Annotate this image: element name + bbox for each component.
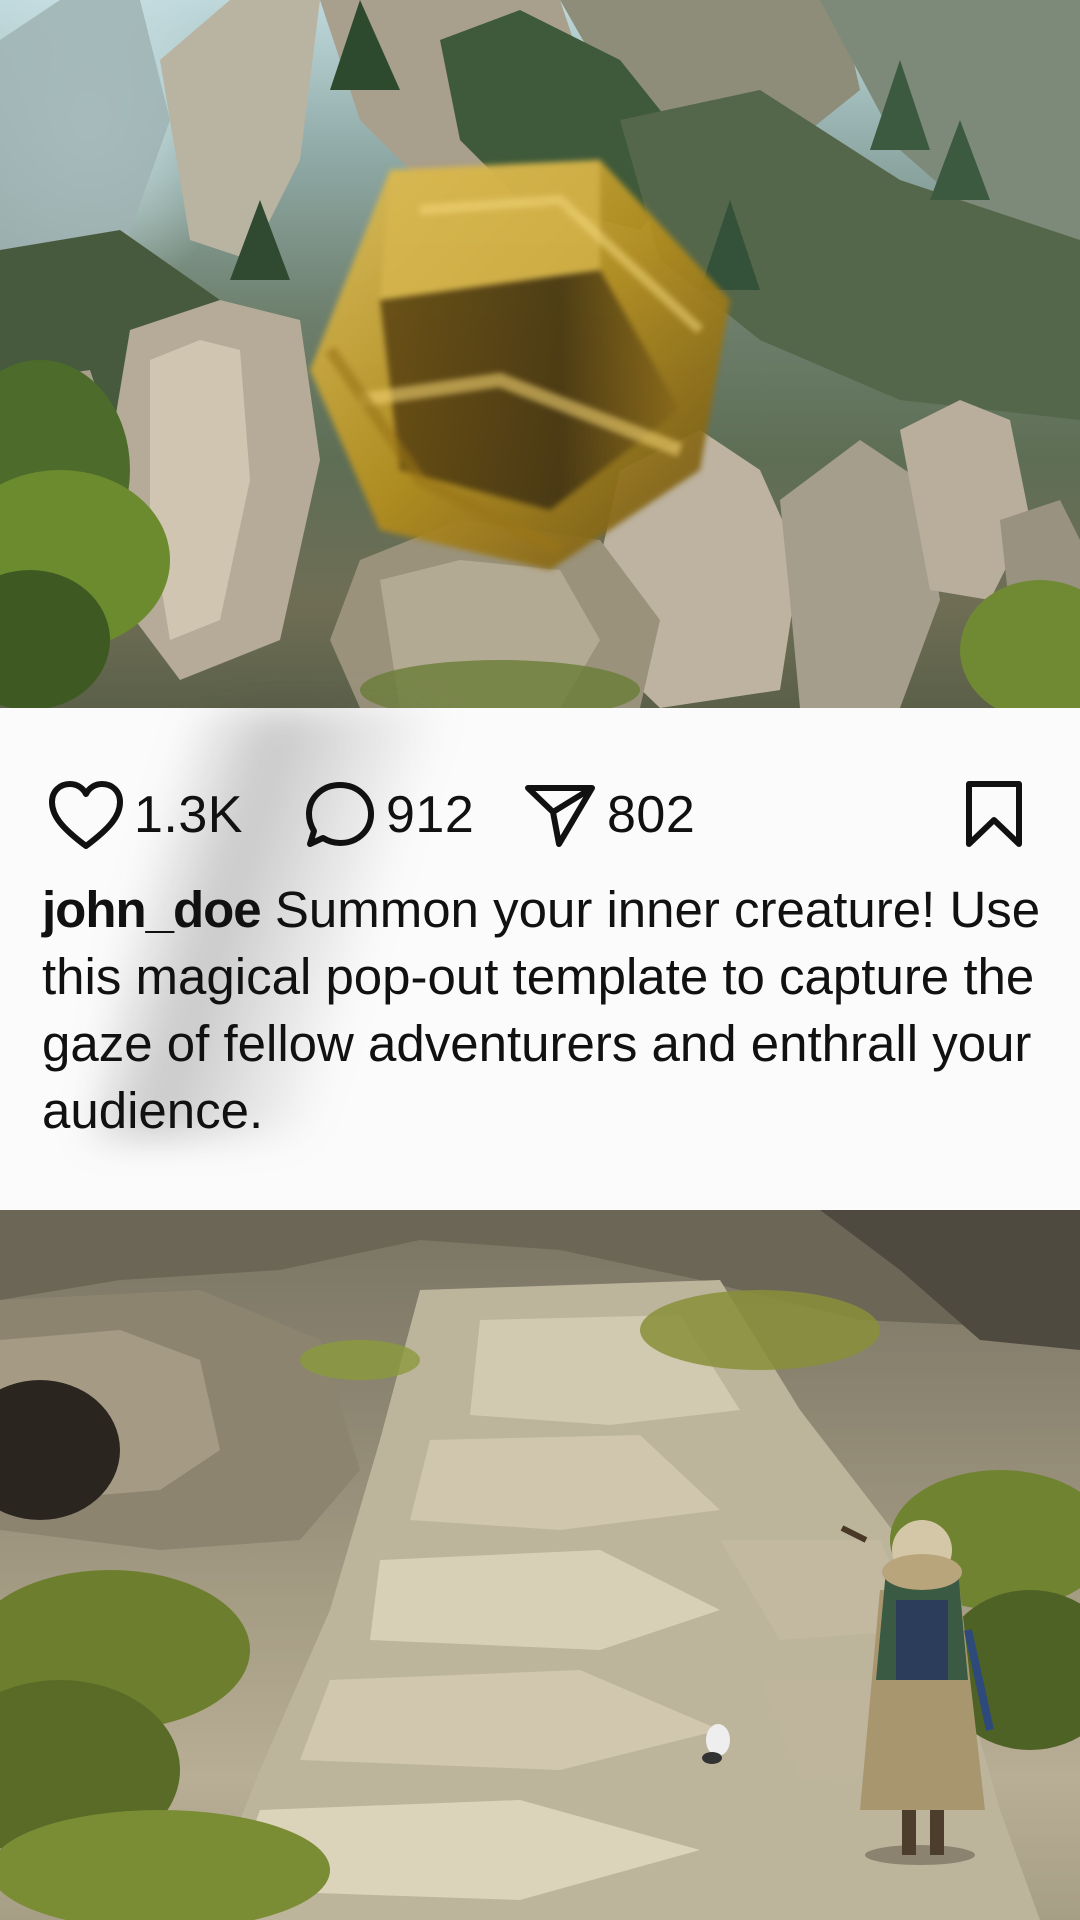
stone-path-illustration <box>0 1210 1080 1920</box>
post-panel: 1.3K 912 802 john_doe Summon your inner … <box>0 708 1080 1210</box>
save-button[interactable] <box>963 770 1025 860</box>
like-count: 1.3K <box>134 786 243 844</box>
username-link[interactable]: john_doe <box>42 881 262 938</box>
post-top-image[interactable] <box>0 0 1080 708</box>
comment-button[interactable]: 912 <box>304 770 474 860</box>
share-button[interactable]: 802 <box>523 770 695 860</box>
share-count: 802 <box>607 786 696 844</box>
post-caption: john_doe Summon your inner creature! Use… <box>42 876 1042 1144</box>
paper-plane-icon <box>525 785 595 847</box>
post-action-bar: 1.3K 912 802 <box>48 770 1048 860</box>
post-bottom-image[interactable] <box>0 1210 1080 1920</box>
heart-icon <box>49 781 123 849</box>
bookmark-icon <box>966 781 1022 847</box>
comment-bubble-icon <box>306 782 374 847</box>
like-button[interactable]: 1.3K <box>48 770 243 860</box>
comment-count: 912 <box>386 786 475 844</box>
golden-die-icon <box>310 160 730 570</box>
